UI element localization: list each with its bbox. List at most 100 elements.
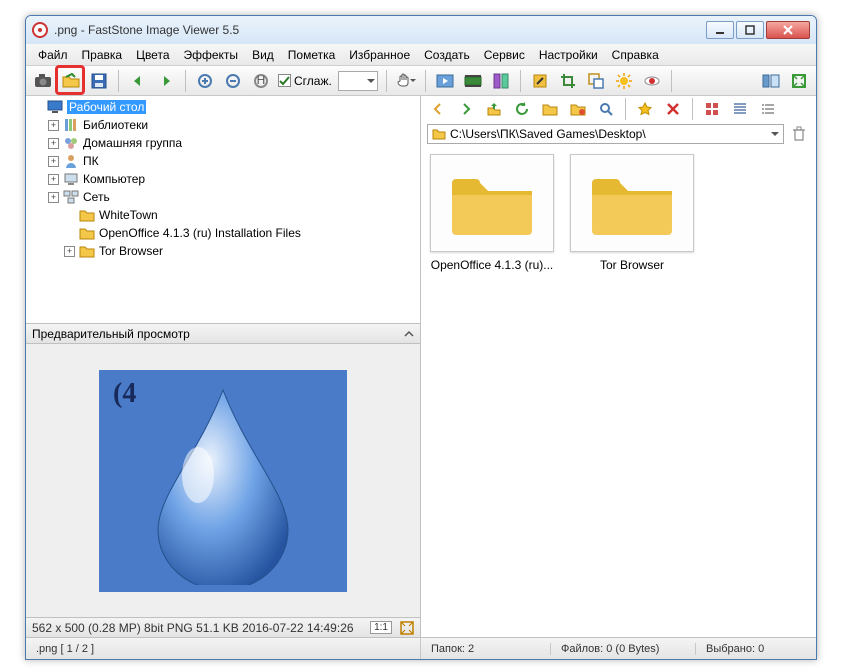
capture-icon[interactable]: [32, 70, 54, 92]
slideshow-icon[interactable]: [434, 70, 456, 92]
address-row: C:\Users\ПК\Saved Games\Desktop\: [421, 122, 816, 146]
separator: [185, 70, 186, 92]
separator: [118, 70, 119, 92]
zoom-ratio-button[interactable]: 1:1: [370, 621, 392, 634]
folder-icon: [587, 169, 677, 237]
menu-create[interactable]: Создать: [418, 46, 476, 64]
brightness-icon[interactable]: [613, 70, 635, 92]
crop-icon[interactable]: [557, 70, 579, 92]
address-path: C:\Users\ПК\Saved Games\Desktop\: [450, 127, 646, 141]
edit-icon[interactable]: [529, 70, 551, 92]
thumbnail-area[interactable]: OpenOffice 4.1.3 (ru)... Tor Browser: [421, 146, 816, 637]
nav-star-icon[interactable]: [634, 98, 656, 120]
tree-item[interactable]: +Tor Browser: [28, 242, 418, 260]
resize-icon[interactable]: [585, 70, 607, 92]
tree-expander[interactable]: +: [64, 246, 75, 257]
smooth-toggle[interactable]: Сглаж.: [278, 74, 332, 88]
close-button[interactable]: [766, 21, 810, 39]
forward-icon[interactable]: [155, 70, 177, 92]
tree-expander[interactable]: +: [48, 120, 59, 131]
menu-file[interactable]: Файл: [32, 46, 74, 64]
trash-icon[interactable]: [788, 123, 810, 145]
thumbnail-item[interactable]: OpenOffice 4.1.3 (ru)...: [429, 154, 555, 272]
tree-expander[interactable]: +: [48, 138, 59, 149]
status-left: .png [ 1 / 2 ]: [26, 638, 421, 659]
tree-item[interactable]: +ПК: [28, 152, 418, 170]
save-icon[interactable]: [88, 70, 110, 92]
body-area: Рабочий стол+Библиотеки+Домашняя группа+…: [26, 96, 816, 637]
menu-favorites[interactable]: Избранное: [343, 46, 416, 64]
nav-search-icon[interactable]: [595, 98, 617, 120]
tree-item[interactable]: + Библиотеки: [28, 116, 418, 134]
nav-folder-icon[interactable]: [539, 98, 561, 120]
preview-area[interactable]: (4: [26, 344, 420, 617]
nav-up-icon[interactable]: [483, 98, 505, 120]
zoom-combo[interactable]: [338, 71, 378, 91]
maximize-button[interactable]: [736, 21, 764, 39]
back-icon[interactable]: [127, 70, 149, 92]
preview-collapse-icon[interactable]: [404, 329, 414, 339]
nav-forward-icon[interactable]: [455, 98, 477, 120]
menu-settings[interactable]: Настройки: [533, 46, 604, 64]
tree-item[interactable]: + Компьютер: [28, 170, 418, 188]
separator: [520, 70, 521, 92]
thumbnail-label: OpenOffice 4.1.3 (ru)...: [431, 258, 554, 272]
menu-service[interactable]: Сервис: [478, 46, 531, 64]
status-files: Файлов: 0 (0 Bytes): [551, 643, 696, 655]
window-title: .png - FastStone Image Viewer 5.5: [54, 23, 706, 37]
folder-tree[interactable]: Рабочий стол+Библиотеки+Домашняя группа+…: [26, 96, 420, 324]
filmstrip-icon[interactable]: [462, 70, 484, 92]
nav-back-icon[interactable]: [427, 98, 449, 120]
folder-icon: [432, 127, 446, 141]
titlebar[interactable]: .png - FastStone Image Viewer 5.5: [26, 16, 816, 44]
address-input[interactable]: C:\Users\ПК\Saved Games\Desktop\: [427, 124, 784, 144]
view-list-icon[interactable]: [757, 98, 779, 120]
tree-item[interactable]: +Сеть: [28, 188, 418, 206]
hand-icon[interactable]: [395, 70, 417, 92]
tree-expander[interactable]: +: [48, 156, 59, 167]
redeye-icon[interactable]: [641, 70, 663, 92]
minimize-button[interactable]: [706, 21, 734, 39]
statusbar: .png [ 1 / 2 ] Папок: 2 Файлов: 0 (0 Byt…: [26, 637, 816, 659]
tree-item[interactable]: + Домашняя группа: [28, 134, 418, 152]
view-details-icon[interactable]: [729, 98, 751, 120]
expand-icon[interactable]: [400, 621, 414, 635]
menu-view[interactable]: Вид: [246, 46, 280, 64]
menu-colors[interactable]: Цвета: [130, 46, 175, 64]
menu-tag[interactable]: Пометка: [282, 46, 342, 64]
zoom-out-icon[interactable]: [222, 70, 244, 92]
tree-label: Библиотеки: [83, 118, 148, 132]
tree-item[interactable]: Рабочий стол: [28, 98, 418, 116]
tree-item[interactable]: OpenOffice 4.1.3 (ru) Installation Files: [28, 224, 418, 242]
tree-label: Компьютер: [83, 172, 145, 186]
nav-refresh-icon[interactable]: [511, 98, 533, 120]
thumbnail-item[interactable]: Tor Browser: [569, 154, 695, 272]
window-controls: [706, 21, 810, 39]
view-thumbs-icon[interactable]: [701, 98, 723, 120]
fullscreen-icon[interactable]: [788, 70, 810, 92]
tree-item[interactable]: WhiteTown: [28, 206, 418, 224]
zoom-in-icon[interactable]: [194, 70, 216, 92]
status-folders: Папок: 2: [421, 643, 551, 655]
menu-edit[interactable]: Правка: [76, 46, 129, 64]
smooth-label: Сглаж.: [294, 74, 332, 88]
tree-expander[interactable]: +: [48, 192, 59, 203]
thumbnail-label: Tor Browser: [600, 258, 664, 272]
preview-title: Предварительный просмотр: [32, 327, 190, 341]
tree-expander[interactable]: +: [48, 174, 59, 185]
compare-icon[interactable]: [490, 70, 512, 92]
chevron-down-icon[interactable]: [771, 130, 779, 138]
menu-help[interactable]: Справка: [606, 46, 665, 64]
preview-info-text: 562 x 500 (0.28 MP) 8bit PNG 51.1 KB 201…: [32, 621, 354, 635]
water-drop-icon: [148, 385, 298, 585]
separator: [425, 70, 426, 92]
layout-icon[interactable]: [760, 70, 782, 92]
tree-label: Рабочий стол: [67, 100, 146, 114]
nav-folder2-icon[interactable]: [567, 98, 589, 120]
app-window: .png - FastStone Image Viewer 5.5 Файл П…: [25, 15, 817, 660]
menu-effects[interactable]: Эффекты: [178, 46, 245, 64]
nav-delete-icon[interactable]: [662, 98, 684, 120]
fit-icon[interactable]: H: [250, 70, 272, 92]
open-folder-icon[interactable]: [60, 70, 82, 92]
tree-label: Домашняя группа: [83, 136, 182, 150]
